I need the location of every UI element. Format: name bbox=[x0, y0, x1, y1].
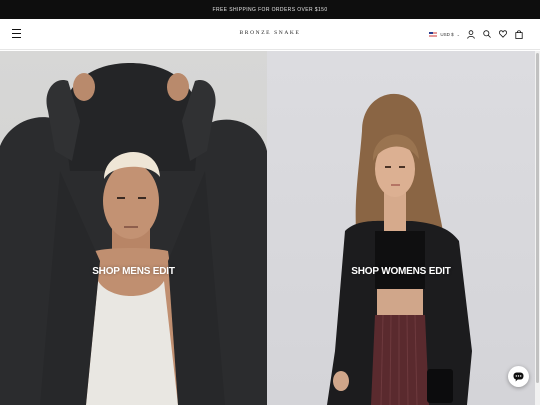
page-scrollbar[interactable] bbox=[535, 51, 540, 405]
chevron-down-icon: ⌄ bbox=[456, 31, 460, 37]
currency-selector[interactable]: USD $ ⌄ bbox=[429, 31, 460, 37]
cart-icon[interactable] bbox=[514, 29, 524, 39]
scrollbar-thumb[interactable] bbox=[536, 53, 539, 383]
header-tools: USD $ ⌄ bbox=[429, 27, 524, 41]
shop-womens-label[interactable]: SHOP WOMENS EDIT bbox=[267, 266, 535, 277]
currency-label: USD $ bbox=[440, 31, 454, 37]
account-icon[interactable] bbox=[466, 29, 476, 39]
chat-button[interactable] bbox=[508, 366, 529, 387]
shop-womens-panel[interactable]: SHOP WOMENS EDIT bbox=[267, 51, 535, 405]
mens-model-image bbox=[0, 63, 267, 405]
announcement-bar: FREE SHIPPING FOR ORDERS OVER $150 bbox=[0, 0, 540, 19]
announcement-text: FREE SHIPPING FOR ORDERS OVER $150 bbox=[212, 6, 328, 13]
site-header: BRONZE SNAKE USD $ ⌄ bbox=[0, 19, 540, 50]
chat-icon bbox=[513, 372, 524, 381]
hero-banner: SHOP MENS EDIT SHOP WOMENS EDIT bbox=[0, 51, 535, 405]
shop-mens-panel[interactable]: SHOP MENS EDIT bbox=[0, 51, 267, 405]
search-icon[interactable] bbox=[482, 29, 492, 39]
shop-mens-label[interactable]: SHOP MENS EDIT bbox=[0, 266, 267, 277]
womens-model-image bbox=[327, 93, 472, 405]
wishlist-icon[interactable] bbox=[498, 29, 508, 39]
us-flag-icon bbox=[429, 31, 438, 37]
brand-name[interactable]: BRONZE SNAKE bbox=[240, 30, 301, 36]
menu-icon[interactable] bbox=[12, 29, 21, 38]
